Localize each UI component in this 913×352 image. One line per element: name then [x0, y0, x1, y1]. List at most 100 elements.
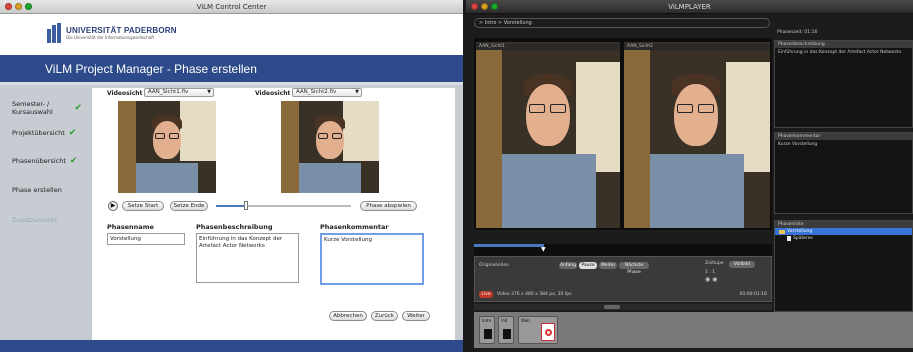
- phase-time-panel: Phasenzeit: 01:16: [774, 28, 913, 40]
- university-logo: UNIVERSITÄT PADERBORN Die Universität de…: [47, 23, 177, 43]
- fullscreen-pill[interactable]: Vollbild: [729, 261, 755, 268]
- video-select-value: AAN_Sicht2.flv: [296, 89, 337, 95]
- phase-list-panel: Phasenliste Vorstellung Späteres: [774, 220, 913, 312]
- window-title: ViLM Control Center: [196, 2, 267, 11]
- next-button[interactable]: Weiter: [402, 311, 430, 321]
- footer-bar: [0, 340, 463, 352]
- set-end-button[interactable]: Setze Ende: [170, 201, 208, 211]
- phase-list-item[interactable]: Vorstellung: [775, 228, 912, 235]
- phase-list-item-label: Vorstellung: [787, 229, 813, 234]
- thumbnail-label: Vid: [501, 318, 508, 323]
- next-phase-pill[interactable]: Nächste Phase: [619, 262, 649, 275]
- sidebar-item-label: Projektübersicht: [12, 129, 65, 137]
- source-label: Originalvideo: [479, 263, 509, 268]
- check-icon: ✔: [68, 128, 77, 138]
- video-select-value: AAN_Sicht1.flv: [148, 89, 189, 95]
- player-video-1[interactable]: AAN_Sicht1: [476, 42, 620, 228]
- horizontal-scrollbar[interactable]: [474, 304, 772, 310]
- description-panel: Phasenbeschreibung Einführung in das Kon…: [774, 40, 913, 128]
- description-text: Einführung in das Konzept der Artefact A…: [778, 50, 902, 55]
- window-title: ViLMPLAYER: [668, 2, 711, 11]
- phase-name-label: Phasenname: [107, 223, 154, 231]
- close-icon[interactable]: [471, 3, 478, 10]
- video-info: Video 376 x 480 x 384 px, 30 fps: [497, 292, 572, 297]
- minimize-icon[interactable]: [15, 3, 22, 10]
- timecode: 00:00:01:16: [739, 292, 767, 297]
- time-slider-range: [216, 205, 246, 207]
- right-titlebar: ViLMPLAYER: [466, 0, 913, 14]
- phase-time: Phasenzeit: 01:16: [777, 30, 818, 35]
- video-select-1[interactable]: AAN_Sicht1.flv ▼: [144, 88, 214, 97]
- video-view-1[interactable]: [118, 101, 216, 193]
- sidebar-item-create-phase[interactable]: Phase erstellen: [12, 186, 62, 194]
- back-button[interactable]: Zurück: [371, 311, 398, 321]
- left-titlebar: ViLM Control Center: [0, 0, 463, 14]
- thumbnail-intro[interactable]: Intro: [479, 316, 495, 344]
- chevron-down-icon: ▼: [355, 89, 359, 95]
- window-controls: [471, 3, 498, 10]
- check-icon: ✔: [69, 156, 78, 166]
- phase-name-input[interactable]: Vorstellung: [107, 233, 185, 245]
- set-start-button[interactable]: Setze Start: [122, 201, 164, 211]
- zoom-icon[interactable]: [25, 3, 32, 10]
- thumbnail-video[interactable]: Vid: [498, 316, 514, 344]
- phase-description-label: Phasenbeschreibung: [196, 223, 273, 231]
- comment-panel: Phasenkommentar Kurze Vorstellung: [774, 132, 913, 214]
- breadcrumb[interactable]: > Intro > Vorstellung: [474, 18, 770, 28]
- phase-comment-textarea[interactable]: Kurze Vorstellung: [320, 233, 424, 285]
- continue-pill[interactable]: Weiter: [599, 262, 617, 269]
- check-icon: ✔: [74, 103, 82, 113]
- comment-header: Phasenkommentar: [775, 133, 912, 140]
- control-center-window: ViLM Control Center UNIVERSITÄT PADERBOR…: [0, 0, 463, 352]
- header: UNIVERSITÄT PADERBORN Die Universität de…: [0, 14, 463, 55]
- player-window: ViLMPLAYER > Intro > Vorstellung AAN_Sic…: [466, 0, 913, 352]
- slider-handle[interactable]: [244, 201, 248, 210]
- zoom-icon[interactable]: [491, 3, 498, 10]
- timeline-progress: [474, 244, 544, 247]
- sidebar-item-semester[interactable]: Semester- / Kursauswahl ✔: [12, 100, 82, 116]
- speed-knob-icon[interactable]: ◉ ◉: [705, 276, 717, 283]
- phase-list-item-label: Späteres: [793, 236, 813, 241]
- video-select-2[interactable]: AAN_Sicht2.flv ▼: [292, 88, 362, 97]
- pause-pill[interactable]: Pause: [579, 262, 597, 269]
- video-view-2[interactable]: [281, 101, 379, 193]
- phase-description-textarea[interactable]: Einführung in das Konzept der Artefact A…: [196, 233, 299, 283]
- sidebar-item-label: Semester- / Kursauswahl: [12, 100, 53, 116]
- sidebar: Semester- / Kursauswahl ✔ Projektübersic…: [0, 88, 92, 340]
- description-header: Phasenbeschreibung: [775, 41, 912, 48]
- film-icon: [484, 329, 492, 339]
- sidebar-item-label: Phasenübersicht: [12, 157, 66, 165]
- film-icon: [503, 329, 511, 339]
- window-controls: [5, 3, 32, 10]
- minimize-icon[interactable]: [481, 3, 488, 10]
- university-emblem-icon: [47, 23, 63, 43]
- player-video-2[interactable]: AAN_Sicht2: [624, 42, 770, 228]
- phase-list-item[interactable]: Späteres: [775, 235, 912, 242]
- folder-icon: [779, 229, 785, 234]
- play-phase-button[interactable]: Phase abspielen: [360, 201, 417, 211]
- close-icon[interactable]: [5, 3, 12, 10]
- document-icon: [787, 236, 791, 241]
- sidebar-item-label: Phase erstellen: [12, 186, 62, 194]
- thumbnail-web[interactable]: Web: [518, 316, 558, 344]
- timeline[interactable]: ▼: [474, 244, 772, 256]
- university-tagline: Die Universität der Informationsgesellsc…: [66, 35, 155, 40]
- phase-thumbnail-strip: Intro Vid Web: [474, 312, 913, 348]
- play-icon[interactable]: ▶: [108, 201, 118, 211]
- sidebar-item-phases[interactable]: Phasenübersicht ✔: [12, 156, 77, 166]
- live-pill[interactable]: Live: [479, 291, 493, 298]
- video-view-label: Videosicht: [107, 90, 143, 97]
- page-title: ViLM Project Manager - Phase erstellen: [0, 55, 463, 85]
- scroll-thumb[interactable]: [604, 305, 620, 309]
- comment-text: Kurze Vorstellung: [778, 142, 818, 147]
- sidebar-item-projects[interactable]: Projektübersicht ✔: [12, 128, 76, 138]
- chevron-down-icon: ▼: [207, 89, 211, 95]
- main-panel: Videosicht AAN_Sicht1.flv ▼ Videosicht A…: [92, 88, 455, 340]
- video-view-label: Videosicht: [255, 90, 291, 97]
- university-name: UNIVERSITÄT PADERBORN: [66, 26, 177, 35]
- cancel-button[interactable]: Abbrechen: [329, 311, 367, 321]
- sidebar-item-label: Zusatzansicht: [12, 216, 58, 224]
- playhead-icon[interactable]: ▼: [541, 246, 546, 253]
- pdf-icon: [541, 323, 555, 341]
- start-pill[interactable]: Anfang: [559, 262, 577, 269]
